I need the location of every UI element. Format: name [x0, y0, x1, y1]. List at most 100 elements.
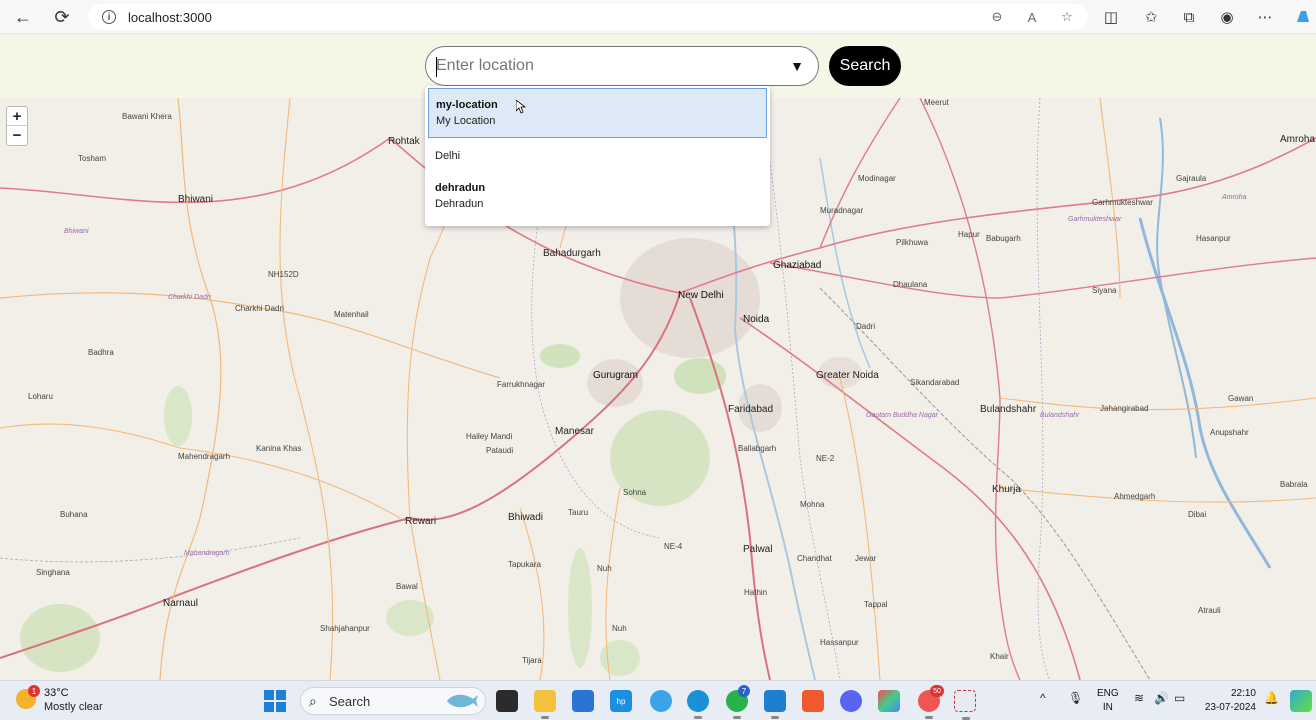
map-place-label: NE-2: [816, 454, 835, 463]
read-aloud-icon[interactable]: A: [1023, 8, 1041, 26]
map-place-label: Shahjahanpur: [320, 624, 370, 633]
map-place-label: Gawan: [1228, 394, 1254, 403]
collections-icon[interactable]: ⧉: [1178, 6, 1200, 28]
map-place-label: Bhiwani: [178, 194, 214, 205]
wifi-icon[interactable]: ≋: [1134, 691, 1144, 705]
brave-icon[interactable]: [802, 690, 824, 712]
zoom-in-button[interactable]: +: [7, 107, 27, 126]
language-indicator[interactable]: ENG IN: [1097, 687, 1119, 715]
zoom-out-button[interactable]: −: [7, 126, 27, 145]
map-place-label: Dibai: [1188, 510, 1207, 519]
suggestion-key: dehradun: [435, 182, 486, 194]
map-place-label: Bhiwadi: [508, 512, 544, 523]
map-place-label: Nuh: [612, 624, 627, 633]
map-place-label: Gajraula: [1176, 174, 1207, 183]
map-place-label: Meerut: [924, 98, 949, 107]
url-text: localhost:3000: [128, 9, 212, 25]
map-place-label: Pilkhuwa: [896, 238, 929, 247]
copilot-icon[interactable]: [1292, 6, 1314, 28]
map-place-label: Khair: [990, 652, 1009, 661]
start-windows-icon[interactable]: [264, 690, 286, 712]
region-code: IN: [1102, 702, 1113, 713]
search-highlight-icon: [447, 694, 478, 708]
map-place-label: NE-4: [664, 542, 683, 551]
back-icon[interactable]: ←: [12, 6, 34, 28]
suggestion-label: My Location: [436, 115, 496, 127]
microsoft-store-icon[interactable]: [572, 690, 594, 712]
refresh-icon[interactable]: ⟳: [51, 6, 73, 28]
taskbar-search[interactable]: ⌕ Search: [300, 687, 486, 715]
suggestion-my-location[interactable]: my-location My Location: [428, 88, 767, 138]
whatsapp-icon[interactable]: 7: [726, 685, 750, 719]
map-place-label: Pataudi: [486, 446, 514, 455]
map-place-label: Badhra: [88, 348, 114, 357]
split-screen-icon[interactable]: ◫: [1100, 6, 1122, 28]
map-place-label: Narnaul: [163, 598, 199, 609]
microphone-icon[interactable]: 🎙: [1068, 691, 1083, 705]
discord-icon[interactable]: [840, 690, 862, 712]
map-place-label: Bahadurgarh: [543, 248, 601, 259]
favorite-star-icon[interactable]: ☆: [1058, 8, 1076, 26]
map-place-label: Rohtak: [388, 136, 420, 147]
copilot-preview-icon[interactable]: [1290, 690, 1312, 712]
info-icon[interactable]: i: [102, 10, 116, 24]
map-place-label: Hailey Mandi: [466, 432, 513, 441]
extensions-icon[interactable]: ◉: [1216, 6, 1238, 28]
edge-icon[interactable]: [687, 690, 709, 719]
map-place-label: Bawani Khera: [122, 112, 172, 121]
map-place-label: Modinagar: [858, 174, 896, 183]
search-icon: ⌕: [309, 693, 317, 709]
map-place-label: Bhiwani: [64, 228, 89, 235]
system-clock[interactable]: 22:10 23-07-2024: [1200, 687, 1256, 715]
task-view-icon[interactable]: [496, 690, 518, 712]
telegram-icon[interactable]: 50: [918, 685, 944, 719]
map-place-label: Amroha: [1222, 194, 1247, 201]
location-combobox[interactable]: ▼: [425, 46, 819, 86]
volume-icon[interactable]: 🔊: [1154, 691, 1169, 705]
weather-app-icon[interactable]: [650, 690, 672, 712]
file-explorer-icon[interactable]: [534, 690, 556, 719]
map-place-label: Rewari: [405, 516, 437, 527]
snipping-tool-icon[interactable]: [954, 690, 976, 720]
weather-condition: Mostly clear: [44, 701, 103, 713]
photos-icon[interactable]: [878, 690, 900, 712]
map-place-label: Muradnagar: [820, 206, 864, 215]
map-place-label: Mahendragarh: [184, 550, 230, 557]
myhp-icon[interactable]: hp: [610, 690, 632, 712]
location-suggestions: my-location My Location Delhi dehradun D…: [425, 86, 770, 226]
address-bar[interactable]: i localhost:3000 ⊖ A ☆: [88, 4, 1088, 30]
suggestion-delhi[interactable]: Delhi: [428, 144, 767, 168]
map-place-label: Amroha: [1280, 134, 1316, 145]
map-place-label: Singhana: [36, 568, 70, 577]
map-place-label: Tijara: [522, 656, 542, 665]
favorites-icon[interactable]: ✩: [1140, 6, 1162, 28]
windows-taskbar: 1 33°C Mostly clear ⌕ Search hp 7 50 ^ 🎙…: [0, 680, 1316, 720]
map-place-label: Hapur: [958, 230, 980, 239]
suggestion-label: Delhi: [435, 150, 461, 162]
suggestion-dehradun[interactable]: dehradun Dehradun: [428, 176, 767, 220]
map-place-label: Tapukara: [508, 560, 541, 569]
more-icon[interactable]: ⋯: [1254, 6, 1276, 28]
map-place-label: Jewar: [855, 554, 877, 563]
map-place-label: Ballabgarh: [738, 444, 777, 453]
text-caret: [436, 57, 437, 77]
map-place-label: Ahmedgarh: [1114, 492, 1156, 501]
search-button[interactable]: Search: [829, 46, 901, 86]
notification-bell-icon[interactable]: 🔔: [1264, 691, 1279, 705]
map-place-label: Greater Noida: [816, 370, 879, 381]
map-place-label: Palwal: [743, 544, 773, 555]
battery-icon[interactable]: ▭: [1174, 691, 1185, 705]
map-place-label: Hathin: [744, 588, 768, 597]
map-place-label: Mohna: [800, 500, 825, 509]
location-input[interactable]: [436, 53, 776, 79]
chevron-down-icon[interactable]: ▼: [790, 58, 804, 74]
vscode-icon[interactable]: [764, 690, 786, 719]
show-hidden-icons-icon[interactable]: ^: [1040, 691, 1046, 705]
map-place-label: Buhana: [60, 510, 88, 519]
zoom-control: + −: [6, 106, 28, 146]
zoom-out-icon[interactable]: ⊖: [988, 8, 1006, 26]
map-place-label: Jahangirabad: [1100, 404, 1149, 413]
map-place-label: Bawal: [396, 582, 418, 591]
map-place-label: Tappal: [864, 600, 888, 609]
map-place-label: Sohna: [623, 488, 647, 497]
